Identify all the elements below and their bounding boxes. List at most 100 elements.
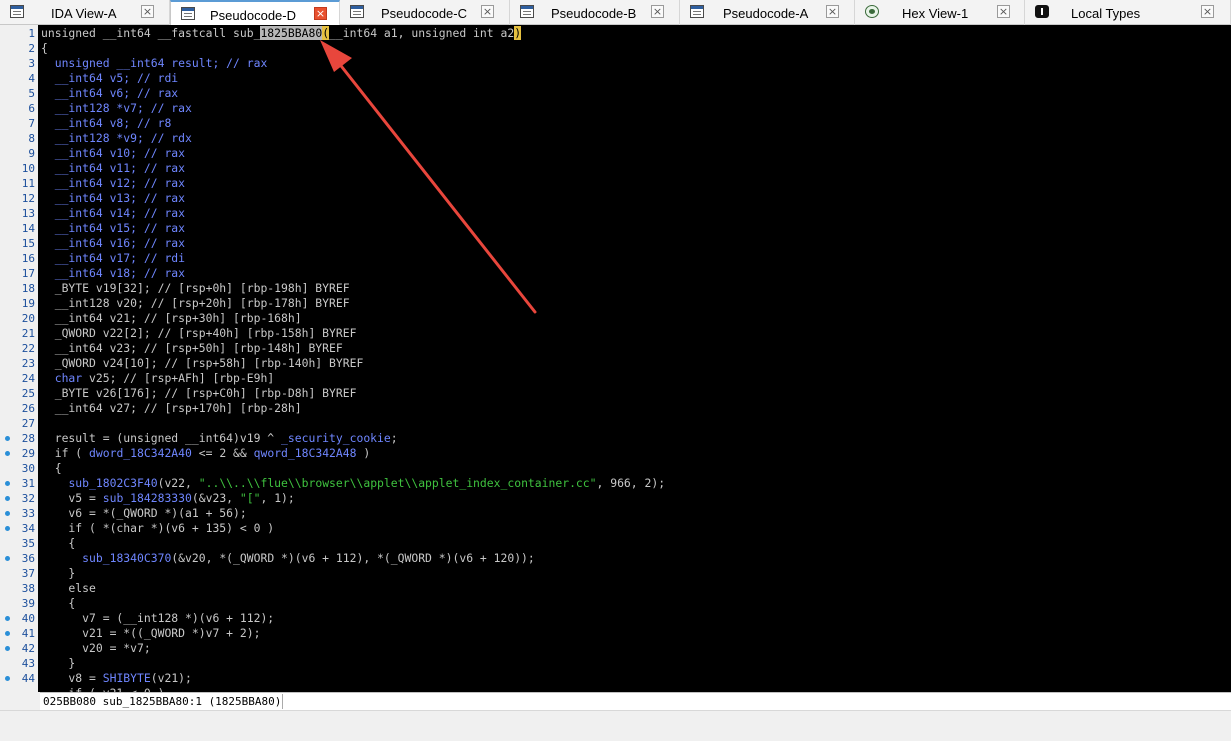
code-token: _security_cookie	[281, 431, 391, 445]
breakpoint-marker-icon[interactable]	[5, 436, 10, 441]
breakpoint-marker-icon[interactable]	[5, 646, 10, 651]
code-line[interactable]: unsigned __int64 __fastcall sub_1825BBA8…	[41, 26, 522, 41]
code-token: (&v23,	[191, 491, 240, 505]
breakpoint-marker-icon[interactable]	[5, 511, 10, 516]
code-token: qword_18C342A48	[253, 446, 357, 460]
breakpoint-marker-icon[interactable]	[5, 616, 10, 621]
close-tab-icon[interactable]: ×	[481, 5, 494, 18]
code-token: v7 = (__int128 *)(v6 + 112);	[41, 611, 275, 625]
code-token: __int64 v17; // rdi	[41, 251, 186, 265]
code-line[interactable]: __int64 v6; // rax	[41, 86, 178, 101]
code-line[interactable]: __int64 v23; // [rsp+50h] [rbp-148h] BYR…	[41, 341, 343, 356]
line-number: 13	[21, 207, 35, 220]
code-line[interactable]: v6 = *(_QWORD *)(a1 + 56);	[41, 506, 246, 521]
code-line[interactable]: v21 = *((_QWORD *)v7 + 2);	[41, 626, 260, 641]
close-tab-icon[interactable]: ×	[314, 7, 327, 20]
close-tab-icon[interactable]: ×	[141, 5, 154, 18]
code-line[interactable]: else	[41, 581, 95, 596]
code-line[interactable]: __int64 v12; // rax	[41, 176, 185, 191]
code-area[interactable]: unsigned __int64 __fastcall sub_1825BBA8…	[40, 25, 1231, 692]
pseudocode-editor[interactable]: 1 2 3 4 5 6 7 8 9 10 11 12 13 14 15 16 17 18 19 20 21 22 23 24 2…	[0, 25, 1231, 692]
code-line[interactable]: v7 = (__int128 *)(v6 + 112);	[41, 611, 274, 626]
tab-pseudocode-d[interactable]: Pseudocode-D ×	[170, 0, 340, 25]
tab-pseudocode-a[interactable]: Pseudocode-A ×	[680, 0, 855, 25]
code-line[interactable]: __int64 v10; // rax	[41, 146, 185, 161]
code-token: __int64 v15; // rax	[41, 221, 186, 235]
breakpoint-marker-icon[interactable]	[5, 631, 10, 636]
code-line[interactable]: __int64 v21; // [rsp+30h] [rbp-168h]	[41, 311, 302, 326]
code-token: dword_18C342A40	[89, 446, 192, 460]
code-line[interactable]: char v25; // [rsp+AFh] [rbp-E9h]	[41, 371, 274, 386]
code-token: , 1);	[260, 491, 295, 505]
close-tab-icon[interactable]: ×	[997, 5, 1010, 18]
code-line[interactable]: __int64 v13; // rax	[41, 191, 185, 206]
pseudocode-icon	[690, 5, 704, 18]
breakpoint-marker-icon[interactable]	[5, 676, 10, 681]
code-token: __int64 v13; // rax	[41, 191, 186, 205]
code-token: _QWORD v24[10]; // [rsp+58h] [rbp-140h] …	[41, 356, 364, 370]
code-token: __int128 *v9; // rdx	[41, 131, 192, 145]
code-line[interactable]: __int64 v8; // r8	[41, 116, 172, 131]
close-tab-icon[interactable]: ×	[826, 5, 839, 18]
close-tab-icon[interactable]: ×	[651, 5, 664, 18]
code-line[interactable]: sub_1802C3F40(v22, "..\\..\\flue\\browse…	[41, 476, 665, 491]
close-tab-icon[interactable]: ×	[1201, 5, 1214, 18]
line-number: 9	[28, 147, 35, 160]
tab-pseudocode-b[interactable]: Pseudocode-B ×	[510, 0, 680, 25]
code-token: __int64 v27; // [rsp+170h] [rbp-28h]	[41, 401, 302, 415]
code-line[interactable]: sub_18340C370(&v20, *(_QWORD *)(v6 + 112…	[41, 551, 535, 566]
code-line[interactable]: __int64 v18; // rax	[41, 266, 185, 281]
tab-local-types[interactable]: Local Types ×	[1025, 0, 1231, 25]
code-token: __int128 v20; // [rsp+20h] [rbp-178h] BY…	[41, 296, 350, 310]
breakpoint-marker-icon[interactable]	[5, 481, 10, 486]
code-line[interactable]: _QWORD v24[10]; // [rsp+58h] [rbp-140h] …	[41, 356, 364, 371]
code-line[interactable]: {	[41, 596, 75, 611]
code-line[interactable]: __int64 v14; // rax	[41, 206, 185, 221]
code-line[interactable]: _BYTE v19[32]; // [rsp+0h] [rbp-198h] BY…	[41, 281, 350, 296]
code-line[interactable]: {	[41, 41, 48, 56]
code-line[interactable]: __int64 v27; // [rsp+170h] [rbp-28h]	[41, 401, 302, 416]
code-line[interactable]: __int64 v5; // rdi	[41, 71, 178, 86]
code-token: __int64 v16; // rax	[41, 236, 186, 250]
breakpoint-marker-icon[interactable]	[5, 451, 10, 456]
code-token: sub_184283330	[102, 491, 192, 505]
code-token: __int64 v12; // rax	[41, 176, 186, 190]
line-number: 25	[21, 387, 35, 400]
line-number: 23	[21, 357, 35, 370]
code-line[interactable]: _BYTE v26[176]; // [rsp+C0h] [rbp-D8h] B…	[41, 386, 357, 401]
tab-pseudocode-c[interactable]: Pseudocode-C ×	[340, 0, 510, 25]
breakpoint-marker-icon[interactable]	[5, 496, 10, 501]
code-line[interactable]: _QWORD v22[2]; // [rsp+40h] [rbp-158h] B…	[41, 326, 357, 341]
code-line[interactable]: __int64 v15; // rax	[41, 221, 185, 236]
line-number: 10	[21, 162, 35, 175]
code-line[interactable]: result = (unsigned __int64)v19 ^ _securi…	[41, 431, 398, 446]
code-token: unsigned __int64 __fastcall sub_	[41, 26, 261, 40]
code-line[interactable]: v8 = SHIBYTE(v21);	[41, 671, 191, 686]
breakpoint-marker-icon[interactable]	[5, 556, 10, 561]
code-line[interactable]: __int128 v20; // [rsp+20h] [rbp-178h] BY…	[41, 296, 350, 311]
tab-hex-view-1[interactable]: Hex View-1 ×	[855, 0, 1025, 25]
code-token: , 966, 2);	[596, 476, 666, 490]
code-line[interactable]: if ( *(char *)(v6 + 135) < 0 )	[41, 521, 274, 536]
code-line[interactable]: v20 = *v7;	[41, 641, 151, 656]
code-line[interactable]: }	[41, 566, 75, 581]
pseudocode-icon	[350, 5, 364, 18]
code-line[interactable]: v5 = sub_184283330(&v23, "[", 1);	[41, 491, 295, 506]
line-number: 3	[28, 57, 35, 70]
code-line[interactable]: __int64 v11; // rax	[41, 161, 185, 176]
code-line[interactable]: __int128 *v7; // rax	[41, 101, 192, 116]
code-line[interactable]: if ( dword_18C342A40 <= 2 && qword_18C34…	[41, 446, 371, 461]
code-token: }	[41, 566, 76, 580]
line-number: 11	[21, 177, 35, 190]
code-line[interactable]: {	[41, 536, 75, 551]
code-line[interactable]: __int64 v16; // rax	[41, 236, 185, 251]
code-line[interactable]: }	[41, 656, 75, 671]
tab-ida-view-a[interactable]: IDA View-A ×	[0, 0, 170, 25]
code-token: v5 =	[41, 491, 103, 505]
code-line[interactable]: __int64 v17; // rdi	[41, 251, 185, 266]
code-line[interactable]: __int128 *v9; // rdx	[41, 131, 192, 146]
pseudocode-icon	[181, 7, 195, 20]
code-line[interactable]: {	[41, 461, 62, 476]
breakpoint-marker-icon[interactable]	[5, 526, 10, 531]
code-line[interactable]: unsigned __int64 result; // rax	[41, 56, 268, 71]
